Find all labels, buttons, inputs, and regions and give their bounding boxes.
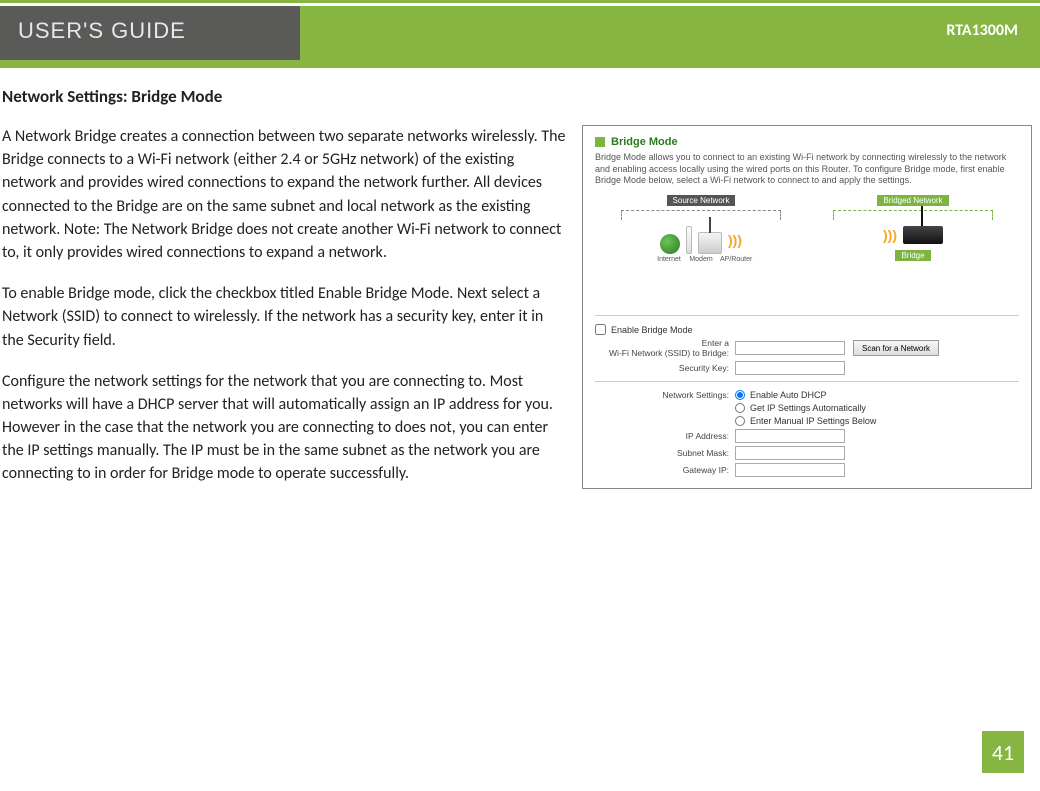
guide-label: USER'S GUIDE (0, 6, 300, 60)
paragraph: A Network Bridge creates a connection be… (2, 125, 568, 264)
section-icon (595, 137, 605, 147)
auto-dhcp-radio[interactable] (735, 390, 745, 400)
ssid-label: Enter a Wi-Fi Network (SSID) to Bridge: (595, 338, 735, 358)
paragraph: Configure the network settings for the n… (2, 370, 568, 486)
network-diagram: Source Network ))) Internet Modem AP/Rou… (595, 195, 1019, 305)
security-key-input[interactable] (735, 361, 845, 375)
screenshot-description: Bridge Mode allows you to connect to an … (595, 152, 1019, 187)
get-ip-auto-radio[interactable] (735, 403, 745, 413)
page-number: 41 (982, 731, 1024, 773)
header-stripe (0, 60, 1040, 68)
source-network-label: Source Network (667, 195, 736, 206)
subnet-mask-input[interactable] (735, 446, 845, 460)
gateway-ip-input[interactable] (735, 463, 845, 477)
subnet-mask-label: Subnet Mask: (595, 448, 735, 458)
enable-bridge-label: Enable Bridge Mode (611, 325, 693, 335)
wifi-signal-icon: ))) (883, 227, 897, 243)
ip-address-input[interactable] (735, 429, 845, 443)
enable-bridge-checkbox[interactable] (595, 324, 606, 335)
embedded-screenshot: Bridge Mode Bridge Mode allows you to co… (582, 125, 1032, 504)
diagram-caption: AP/Router (720, 256, 746, 263)
auto-dhcp-option: Enable Auto DHCP (750, 390, 827, 400)
header-banner: USER'S GUIDE RTA1300M (0, 0, 1040, 60)
modem-icon (686, 226, 692, 254)
page-content: Network Settings: Bridge Mode A Network … (0, 68, 1040, 514)
bridge-caption: Bridge (895, 250, 930, 261)
gateway-ip-label: Gateway IP: (595, 465, 735, 475)
ap-router-icon (698, 232, 722, 254)
manual-ip-radio[interactable] (735, 416, 745, 426)
manual-ip-option: Enter Manual IP Settings Below (750, 416, 876, 426)
bridge-router-icon (903, 226, 943, 244)
get-ip-auto-option: Get IP Settings Automatically (750, 403, 866, 413)
wifi-signal-icon: ))) (728, 232, 742, 248)
security-key-label: Security Key: (595, 363, 735, 373)
diagram-caption: Modem (688, 256, 714, 263)
network-settings-label: Network Settings: (595, 390, 735, 400)
page-title: Network Settings: Bridge Mode (2, 86, 1032, 107)
bridged-network-label: Bridged Network (877, 195, 948, 206)
ip-address-label: IP Address: (595, 431, 735, 441)
divider (595, 315, 1019, 316)
ssid-input[interactable] (735, 341, 845, 355)
screenshot-title: Bridge Mode (611, 136, 678, 148)
paragraph: To enable Bridge mode, click the checkbo… (2, 282, 568, 352)
body-text: A Network Bridge creates a connection be… (2, 125, 568, 504)
diagram-caption: Internet (656, 256, 682, 263)
model-number: RTA1300M (300, 6, 1040, 60)
divider (595, 381, 1019, 382)
scan-network-button[interactable]: Scan for a Network (853, 340, 939, 356)
internet-icon (660, 234, 680, 254)
